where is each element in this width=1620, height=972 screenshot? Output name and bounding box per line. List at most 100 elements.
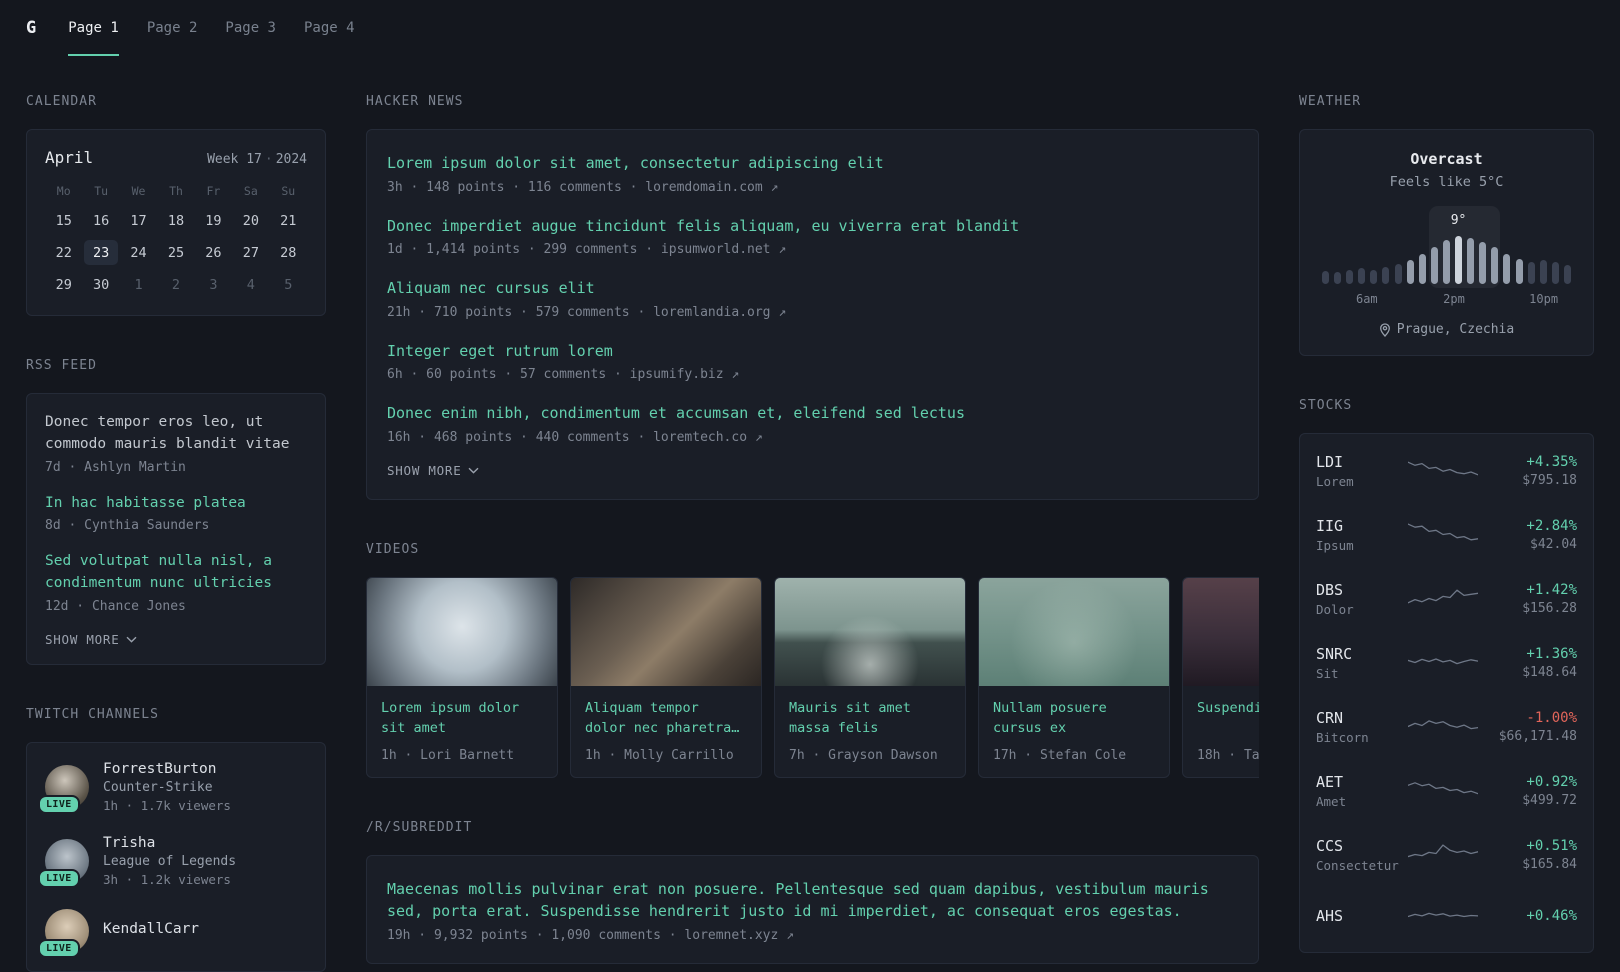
hn-item-title[interactable]: Aliquam nec cursus elit	[387, 277, 1238, 300]
reddit-widget: /R/SUBREDDIT Maecenas mollis pulvinar er…	[366, 820, 1259, 964]
video-card[interactable]: Mauris sit amet massa felis 7h · Grayson…	[774, 576, 966, 778]
twitch-channel-game: League of Legends	[103, 853, 237, 869]
stock-row[interactable]: CRN Bitcorn -1.00% $66,171.48	[1316, 695, 1577, 759]
stock-row[interactable]: IIG Ipsum +2.84% $42.04	[1316, 503, 1577, 567]
video-title[interactable]: Lorem ipsum dolor sit amet consectetu…	[381, 698, 543, 740]
reddit-post-title[interactable]: Maecenas mollis pulvinar erat non posuer…	[387, 878, 1238, 923]
tab-page-2[interactable]: Page 2	[147, 0, 198, 56]
stock-symbol: SNRC	[1316, 645, 1353, 663]
calendar-day: 26	[205, 244, 222, 261]
weather-temp-bar	[1479, 242, 1487, 284]
video-body: Suspendisse diam 18h · Tara	[1183, 686, 1259, 777]
video-card[interactable]: Lorem ipsum dolor sit amet consectetu… 1…	[366, 576, 558, 778]
weather-hour-column	[1430, 206, 1438, 284]
twitch-channel[interactable]: LIVE ForrestBurton Counter-Strike 1h · 1…	[38, 761, 307, 814]
video-title[interactable]: Suspendisse diam	[1197, 698, 1259, 740]
stock-name: Ipsum	[1316, 538, 1354, 553]
hn-show-more-button[interactable]: SHOW MORE	[387, 463, 479, 478]
video-title[interactable]: Mauris sit amet massa felis	[789, 698, 951, 740]
live-badge: LIVE	[38, 938, 80, 958]
video-thumbnail[interactable]	[571, 577, 761, 686]
app-logo[interactable]: G	[26, 0, 36, 56]
calendar-day: 27	[242, 244, 259, 261]
tab-page-4[interactable]: Page 4	[304, 0, 355, 56]
twitch-channel-name[interactable]: ForrestBurton	[103, 761, 231, 777]
weather-widget: WEATHER Overcast Feels like 5°C 9° 6am 2…	[1299, 94, 1594, 356]
twitch-channel-name[interactable]: KendallCarr	[103, 921, 199, 937]
calendar-day: 22	[55, 244, 72, 261]
hn-item-meta: 21h · 710 points · 579 comments · loreml…	[387, 304, 787, 320]
rss-item: In hac habitasse platea 8d · Cynthia Sau…	[45, 493, 307, 534]
hn-item-title[interactable]: Donec imperdiet augue tincidunt felis al…	[387, 215, 1238, 238]
stock-row[interactable]: SNRC Sit +1.36% $148.64	[1316, 631, 1577, 695]
stocks-card: LDI Lorem +4.35% $795.18 IIG Ipsum +2.84…	[1299, 433, 1594, 953]
weather-hour-column	[1467, 206, 1475, 284]
stock-values: +0.92% $499.72	[1478, 774, 1577, 808]
weather-temp-bar	[1382, 267, 1390, 284]
video-title[interactable]: Nullam posuere cursus ex	[993, 698, 1155, 740]
location-pin-icon	[1379, 322, 1390, 337]
calendar-card: April Week 17 · 2024 Mo Tu We Th Fr Sa Su …	[26, 129, 326, 316]
weather-hour-column	[1527, 206, 1535, 284]
stock-symbol: AET	[1316, 773, 1344, 791]
twitch-channel-name[interactable]: Trisha	[103, 835, 236, 851]
stock-row[interactable]: DBS Dolor +1.42% $156.28	[1316, 567, 1577, 631]
reddit-card: Maecenas mollis pulvinar erat non posuer…	[366, 854, 1259, 964]
hn-item: Aliquam nec cursus elit 21h · 710 points…	[387, 277, 1238, 320]
tab-page-1[interactable]: Page 1	[68, 0, 119, 56]
calendar-day: 29	[55, 276, 72, 293]
middle-column: HACKER NEWS Lorem ipsum dolor sit amet, …	[366, 94, 1259, 964]
rss-item-title[interactable]: Sed volutpat nulla nisl, a condimentum n…	[45, 551, 307, 595]
hn-item-title[interactable]: Lorem ipsum dolor sit amet, consectetur …	[387, 152, 1238, 175]
stock-identity: IIG Ipsum	[1316, 517, 1408, 553]
twitch-channel[interactable]: LIVE KendallCarr	[38, 908, 307, 958]
calendar-day: 18	[167, 212, 185, 229]
stock-row[interactable]: AET Amet +0.92% $499.72	[1316, 759, 1577, 823]
hackernews-card: Lorem ipsum dolor sit amet, consectetur …	[366, 129, 1259, 500]
weather-hour-column	[1491, 206, 1499, 284]
tab-page-3[interactable]: Page 3	[225, 0, 276, 56]
calendar-week: Week 17	[207, 152, 262, 167]
weather-hour-column	[1418, 206, 1426, 284]
stock-name: Consectetur	[1316, 858, 1399, 873]
rss-show-more-button[interactable]: SHOW MORE	[45, 632, 137, 647]
video-card[interactable]: Suspendisse diam 18h · Tara	[1182, 576, 1259, 778]
calendar-day-next-month: 5	[284, 276, 293, 293]
twitch-channel[interactable]: LIVE Trisha League of Legends 3h · 1.2k …	[38, 835, 307, 888]
stock-name: Sit	[1316, 666, 1339, 681]
rss-item-title[interactable]: Donec tempor eros leo, ut commodo mauris…	[45, 412, 307, 456]
calendar-day: 21	[280, 212, 297, 229]
live-badge: LIVE	[38, 868, 80, 888]
calendar-day-next-month: 1	[134, 276, 143, 293]
stock-change: +2.84%	[1526, 518, 1577, 534]
stock-row[interactable]: LDI Lorem +4.35% $795.18	[1316, 439, 1577, 503]
stock-price: $148.64	[1522, 665, 1577, 680]
video-thumbnail[interactable]	[979, 577, 1169, 686]
stock-change: +0.51%	[1526, 838, 1577, 854]
stock-change: +1.42%	[1526, 582, 1577, 598]
dashboard: CALENDAR April Week 17 · 2024 Mo Tu We Th …	[0, 56, 1620, 972]
stock-price: $499.72	[1522, 793, 1577, 808]
stock-symbol: CRN	[1316, 709, 1344, 727]
stock-values: +0.46%	[1478, 908, 1577, 927]
hn-item-title[interactable]: Integer eget rutrum lorem	[387, 340, 1238, 363]
video-card[interactable]: Aliquam tempor dolor nec pharetra… 1h · …	[570, 576, 762, 778]
video-thumbnail[interactable]	[775, 577, 965, 686]
video-thumbnail[interactable]	[1183, 577, 1259, 686]
stock-sparkline	[1407, 711, 1479, 743]
stock-row[interactable]: AHS +0.46%	[1316, 887, 1577, 947]
video-thumbnail[interactable]	[367, 577, 557, 686]
weather-hour-column	[1346, 206, 1354, 284]
weather-hour-column	[1551, 206, 1559, 284]
weather-temp-bar	[1551, 262, 1559, 284]
stock-price: $42.04	[1530, 537, 1577, 552]
video-card[interactable]: Nullam posuere cursus ex 17h · Stefan Co…	[978, 576, 1170, 778]
calendar-day: 20	[242, 212, 259, 229]
stock-row[interactable]: CCS Consectetur +0.51% $165.84	[1316, 823, 1577, 887]
hn-item-meta: 1d · 1,414 points · 299 comments · ipsum…	[387, 242, 787, 257]
hn-item-title[interactable]: Donec enim nibh, condimentum et accumsan…	[387, 402, 1238, 425]
rss-item-title[interactable]: In hac habitasse platea	[45, 493, 307, 515]
video-title[interactable]: Aliquam tempor dolor nec pharetra…	[585, 698, 747, 740]
twitch-avatar-wrap: LIVE	[38, 908, 89, 958]
weather-temp-bar	[1322, 271, 1329, 284]
